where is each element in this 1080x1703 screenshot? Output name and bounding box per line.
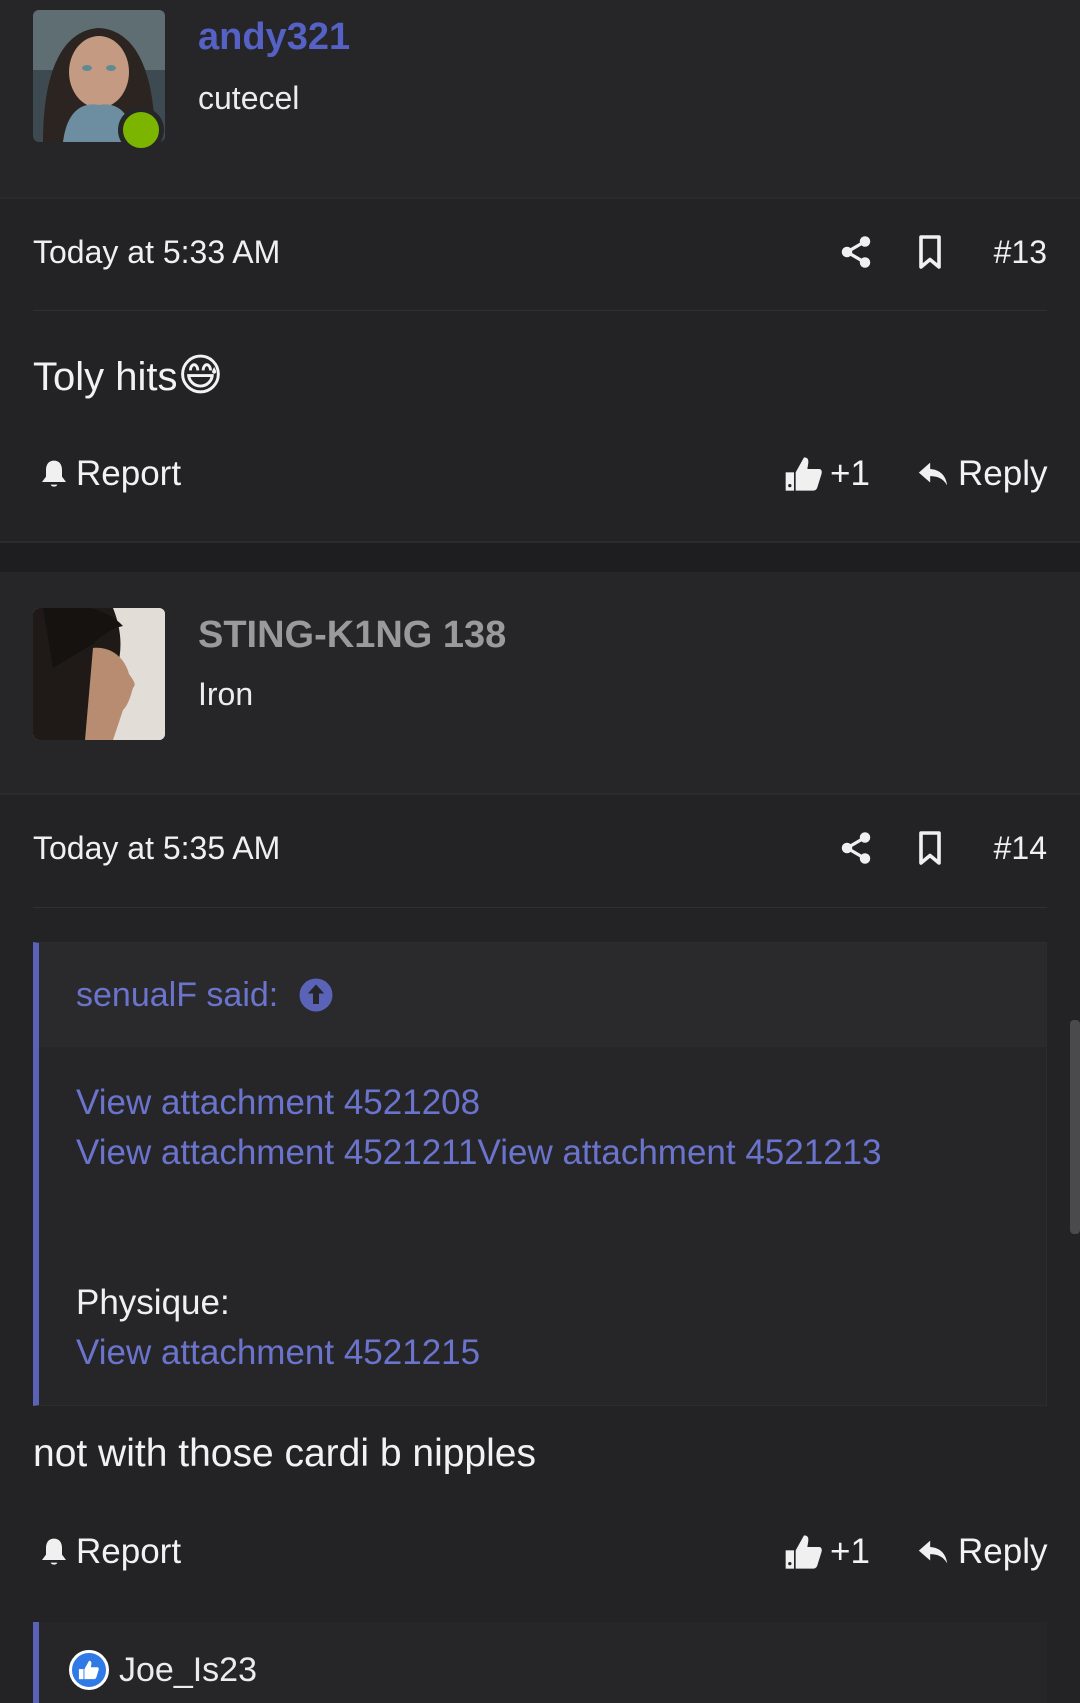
report-label: Report <box>76 454 182 493</box>
post-text: Toly hits <box>33 355 178 399</box>
reaction-row: Joe_Is23 <box>69 1650 257 1690</box>
post-14-user-block: STING-K1NG 138 Iron <box>0 572 1080 794</box>
post-timestamp[interactable]: Today at 5:33 AM <box>33 234 280 271</box>
quote-block: senualF said: View attachment 4521208 Vi… <box>33 942 1047 1406</box>
attachment-link[interactable]: View attachment 4521211 <box>76 1133 478 1172</box>
thread-page: andy321 cutecel Today at 5:33 AM #13 Tol… <box>0 0 1080 1703</box>
like-button[interactable]: +1 <box>784 1532 870 1572</box>
user-block-pointer <box>70 170 126 198</box>
attachment-line: View attachment 4521211View attachment 4… <box>76 1133 882 1173</box>
quote-author[interactable]: senualF said: <box>76 976 278 1015</box>
bell-icon <box>42 460 66 487</box>
divider <box>0 197 1080 199</box>
divider <box>0 793 1080 795</box>
bell-icon <box>42 1538 66 1565</box>
like-count: +1 <box>830 454 870 493</box>
report-button[interactable]: Report <box>38 1532 181 1572</box>
thumbs-up-icon <box>69 1650 109 1690</box>
like-button[interactable]: +1 <box>784 454 870 494</box>
like-count: +1 <box>830 1532 870 1571</box>
attachment-link[interactable]: View attachment 4521213 <box>478 1133 882 1172</box>
quote-header[interactable]: senualF said: <box>39 943 1046 1047</box>
username[interactable]: andy321 <box>198 16 350 59</box>
thumbs-up-icon <box>785 1535 822 1569</box>
post-gap <box>0 543 1080 572</box>
post-body: not with those cardi b nipples <box>33 1432 536 1475</box>
post-number[interactable]: #14 <box>994 830 1047 867</box>
attachment-link[interactable]: View attachment 4521215 <box>76 1333 480 1373</box>
share-icon[interactable] <box>838 234 874 270</box>
post-13-user-block: andy321 cutecel <box>0 0 1080 198</box>
report-label: Report <box>76 1532 182 1571</box>
thumbs-up-icon <box>785 457 822 491</box>
divider <box>33 907 1047 908</box>
reaction-users[interactable]: Joe_Is23 <box>119 1651 257 1690</box>
reply-icon <box>918 1540 948 1564</box>
reply-label: Reply <box>958 454 1048 493</box>
post-timestamp[interactable]: Today at 5:35 AM <box>33 830 280 867</box>
user-title: cutecel <box>198 80 300 116</box>
physique-label: Physique: <box>76 1283 230 1322</box>
reply-icon <box>918 462 948 486</box>
report-button[interactable]: Report <box>38 454 181 494</box>
user-block-pointer <box>70 766 126 794</box>
bookmark-icon[interactable] <box>912 830 948 866</box>
reply-button[interactable]: Reply <box>914 454 1047 494</box>
username[interactable]: STING-K1NG 138 <box>198 614 506 657</box>
reply-label: Reply <box>958 1532 1048 1571</box>
arrow-up-circle-icon[interactable] <box>298 977 334 1013</box>
avatar[interactable] <box>33 608 165 740</box>
scrollbar[interactable] <box>1070 1020 1080 1234</box>
share-icon[interactable] <box>838 830 874 866</box>
attachment-link[interactable]: View attachment 4521208 <box>76 1083 480 1123</box>
post-number[interactable]: #13 <box>994 234 1047 271</box>
emoji: 😅 <box>177 351 224 400</box>
online-status-dot <box>118 107 164 153</box>
bookmark-icon[interactable] <box>912 234 948 270</box>
reply-button[interactable]: Reply <box>914 1532 1047 1572</box>
user-title: Iron <box>198 676 254 712</box>
divider <box>33 310 1047 311</box>
post-body: Toly hits😅 <box>33 350 223 401</box>
reactions-bar[interactable]: Joe_Is23 <box>33 1622 1047 1703</box>
